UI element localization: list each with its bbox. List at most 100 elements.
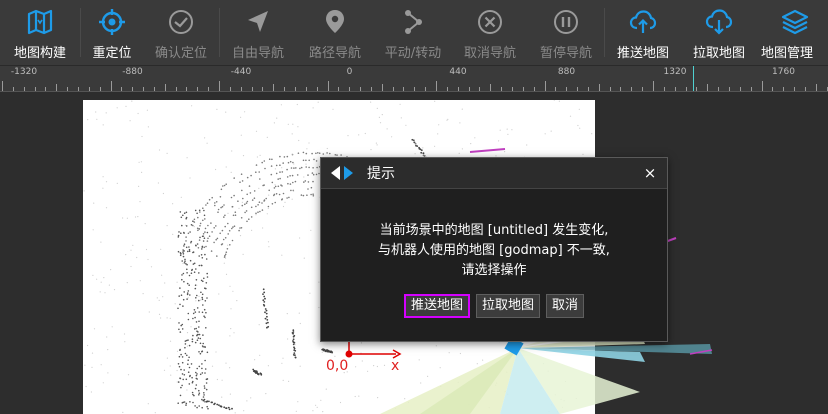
ruler-tick <box>45 87 47 91</box>
dialog-title: 提示 <box>367 166 395 182</box>
ruler-tick <box>327 81 329 91</box>
ruler-tick <box>587 87 589 91</box>
message-line: 当前场景中的地图 [untitled] 发生变化, <box>379 223 609 238</box>
ruler-tick <box>436 81 437 91</box>
ruler-tick <box>392 87 394 91</box>
translate-rotate-label: 平动/转动 <box>384 46 442 61</box>
ruler-tick <box>2 81 3 91</box>
location-pin-icon <box>326 10 344 33</box>
ruler-tick <box>577 87 579 91</box>
dialog-header: 提示 <box>321 158 667 189</box>
pause-circle-icon <box>554 10 578 34</box>
ruler-tick <box>804 87 806 91</box>
push-map-button[interactable]: 推送地图 <box>605 0 681 65</box>
ruler-tick <box>403 87 405 91</box>
ruler-cursor-marker <box>693 66 694 91</box>
ruler-tick <box>468 87 470 91</box>
ruler-tick <box>728 87 730 91</box>
app-window: 地图构建 重定位 确认定位 自由导航 路径导航 平动/转动 取消导航 暂停导航 … <box>0 0 828 414</box>
pause-navigation-button[interactable]: 暂停导航 <box>528 0 604 65</box>
map-build-button[interactable]: 地图构建 <box>0 0 80 65</box>
ruler-tick <box>99 87 101 91</box>
ruler-tick <box>197 87 199 91</box>
ruler-tick <box>490 84 492 91</box>
crosshair-icon <box>99 9 125 35</box>
path-navigation-button[interactable]: 路径导航 <box>296 0 374 65</box>
pause-navigation-label: 暂停导航 <box>539 46 592 61</box>
message-line: 与机器人使用的地图 [godmap] 不一致, <box>378 243 610 258</box>
prompt-dialog: 提示 × 当前场景中的地图 [untitled] 发生变化, 与机器人使用的地图… <box>320 157 668 342</box>
ruler-tick <box>739 87 741 91</box>
ruler-tick <box>414 87 416 91</box>
pull-map-dialog-button[interactable]: 拉取地图 <box>475 294 540 318</box>
ruler-tick <box>815 84 817 91</box>
ruler-tick <box>446 87 448 91</box>
app-logo-icon <box>331 166 353 180</box>
free-navigation-label: 自由导航 <box>231 46 284 61</box>
ruler-label: 880 <box>557 67 576 77</box>
ruler-label: 0 <box>346 67 353 77</box>
ruler-tick <box>555 87 557 91</box>
ruler-tick <box>175 87 177 91</box>
layers-icon <box>781 9 809 35</box>
confirm-location-button[interactable]: 确认定位 <box>143 0 219 65</box>
ruler-tick <box>34 87 36 91</box>
cancel-dialog-button[interactable]: 取消 <box>546 294 585 318</box>
ruler-tick <box>305 87 307 91</box>
push-map-label: 推送地图 <box>616 46 669 61</box>
ruler-tick <box>370 87 372 91</box>
ruler-tick <box>251 87 253 91</box>
ruler-tick <box>110 81 112 91</box>
ruler-tick <box>609 87 611 91</box>
relocate-button[interactable]: 重定位 <box>81 0 143 65</box>
ruler-tick <box>186 87 188 91</box>
map-build-label: 地图构建 <box>13 46 66 61</box>
cancel-navigation-label: 取消导航 <box>463 46 516 61</box>
ruler-tick <box>164 84 166 91</box>
ruler-tick <box>23 87 25 91</box>
ruler-tick <box>533 87 535 91</box>
translate-rotate-button[interactable]: 平动/转动 <box>374 0 452 65</box>
ruler-tick <box>132 87 134 91</box>
dialog-buttons: 推送地图 拉取地图 取消 <box>321 294 667 318</box>
ruler-tick <box>153 87 155 91</box>
ruler-tick <box>349 87 351 91</box>
ruler-tick <box>631 87 633 91</box>
ruler-tick <box>783 87 785 91</box>
origin-label: 0,0 <box>326 358 349 374</box>
ruler-label: 1320 <box>663 67 687 77</box>
ruler-tick <box>663 87 665 91</box>
push-map-dialog-button[interactable]: 推送地图 <box>403 294 470 318</box>
ruler-tick <box>219 81 220 91</box>
x-axis-label: x <box>391 358 400 374</box>
ruler-tick <box>479 87 481 91</box>
close-icon[interactable]: × <box>641 164 659 182</box>
ruler-tick <box>381 84 383 91</box>
check-circle-icon <box>169 10 193 34</box>
pull-map-label: 拉取地图 <box>692 46 745 61</box>
free-navigation-button[interactable]: 自由导航 <box>220 0 296 65</box>
map-manage-button[interactable]: 地图管理 <box>757 0 827 65</box>
ruler-tick <box>544 81 546 91</box>
dialog-message: 当前场景中的地图 [untitled] 发生变化, 与机器人使用的地图 [god… <box>321 189 667 281</box>
ruler-tick <box>750 87 752 91</box>
pull-map-button[interactable]: 拉取地图 <box>681 0 757 65</box>
ruler-tick <box>208 87 210 91</box>
main-toolbar: 地图构建 重定位 确认定位 自由导航 路径导航 平动/转动 取消导航 暂停导航 … <box>0 0 828 66</box>
horizontal-ruler: -1320 -880 -440 0 440 880 1320 1760 <box>0 66 828 92</box>
ruler-tick <box>642 87 644 91</box>
ruler-tick <box>511 87 513 91</box>
message-line: 请选择操作 <box>461 263 527 278</box>
cloud-download-icon <box>705 9 733 35</box>
cancel-circle-icon <box>478 10 502 34</box>
ruler-tick <box>566 87 568 91</box>
ruler-tick <box>522 87 524 91</box>
ruler-tick <box>653 81 654 91</box>
ruler-tick <box>338 87 340 91</box>
ruler-tick <box>425 87 427 91</box>
ruler-tick <box>284 87 286 91</box>
ruler-tick <box>794 87 796 91</box>
path-nodes-icon <box>405 10 422 34</box>
ruler-label: -880 <box>122 67 143 77</box>
cancel-navigation-button[interactable]: 取消导航 <box>452 0 528 65</box>
